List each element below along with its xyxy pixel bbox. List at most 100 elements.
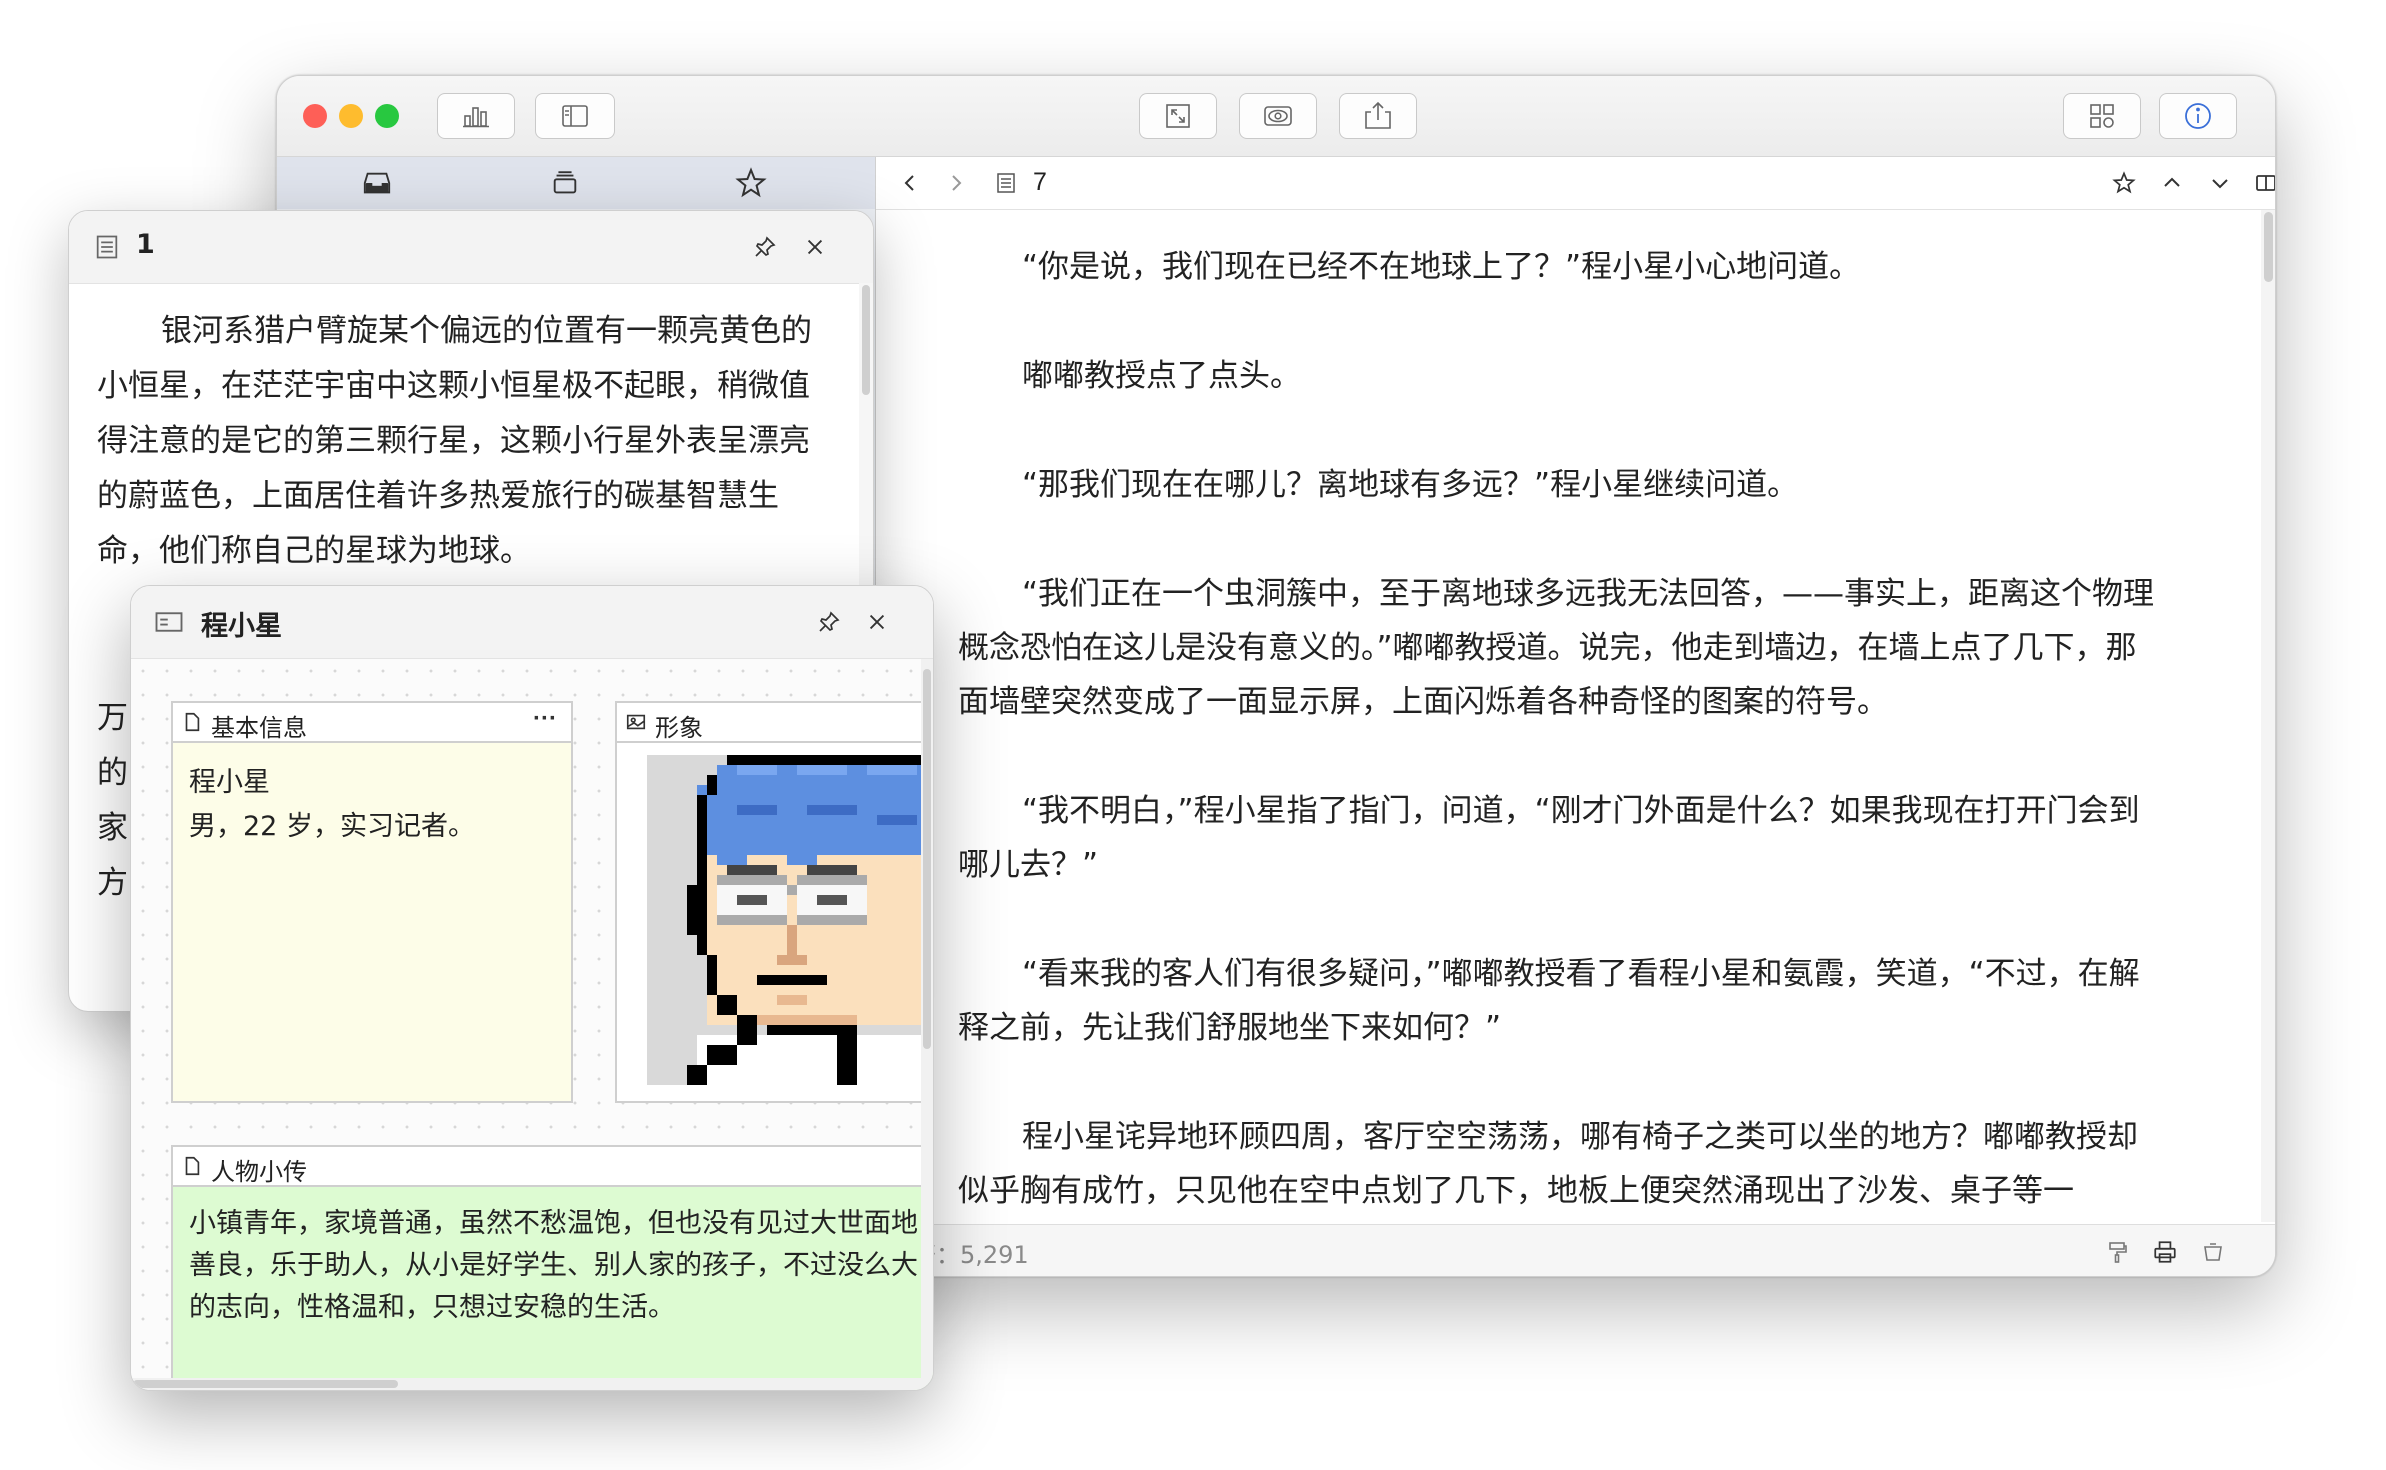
document-icon — [91, 231, 123, 263]
title-bar — [277, 76, 2275, 157]
card-horizontal-scrollbar[interactable] — [131, 1378, 921, 1390]
box-title: 形象 — [655, 714, 703, 742]
close-icon — [807, 239, 823, 255]
image-icon — [626, 714, 646, 730]
stack-icon — [553, 171, 577, 194]
panel-title: 程小星 — [201, 611, 282, 642]
close-panel-button[interactable] — [861, 606, 893, 638]
text-fragment: 万 — [97, 700, 128, 736]
toggle-sidebar-button[interactable] — [535, 93, 615, 139]
pin-icon — [819, 611, 840, 632]
card-view-button[interactable] — [2063, 93, 2141, 139]
print-button[interactable] — [2150, 1237, 2180, 1267]
scrollbar-thumb[interactable] — [862, 285, 870, 395]
portrait-box[interactable]: 形象 — [615, 701, 933, 1103]
bookmark-button[interactable] — [2108, 167, 2140, 199]
scrollbar-thumb[interactable] — [2264, 212, 2273, 282]
star-icon — [2112, 171, 2136, 194]
more-options-button[interactable]: ··· — [533, 705, 557, 733]
focus-mode-button[interactable] — [1139, 93, 1217, 139]
box-header[interactable]: 形象 — [617, 703, 933, 743]
editor-scrollbar[interactable] — [2261, 210, 2275, 1222]
chart-icon — [463, 107, 489, 128]
printer-icon — [2154, 1241, 2176, 1263]
paragraph: 程小星诧异地环顾四周，客厅空空荡荡，哪有椅子之类可以坐的地方？嘟嘟教授却似乎胸有… — [958, 1119, 2138, 1209]
minimize-window-button[interactable] — [339, 104, 363, 128]
trash-icon — [2204, 1243, 2222, 1261]
chevron-down-icon — [2212, 179, 2228, 189]
split-view-icon — [2256, 175, 2275, 191]
biography-box[interactable]: 人物小传 小镇青年，家境普通，虽然不愁温饱，但也没有见过大世面地善良，乐于助人，… — [171, 1145, 933, 1390]
text-fragment: 的 — [97, 755, 128, 791]
editor[interactable]: “你是说，我们现在已经不在地球上了？”程小星小心地问道。 嘟嘟教授点了点头。 “… — [876, 210, 2275, 1222]
inspector-button[interactable] — [2159, 93, 2237, 139]
chevron-left-icon — [904, 175, 914, 191]
panel-title: 1 — [136, 229, 155, 260]
panel-header[interactable]: 程小星 — [131, 586, 933, 659]
document-icon — [185, 1156, 200, 1176]
paragraph: “看来我的客人们有很多疑问，”嘟嘟教授看了看程小星和氨霞，笑道，“不过，在解释之… — [958, 956, 2140, 1046]
pin-button[interactable] — [749, 231, 781, 263]
document-icon — [990, 167, 1022, 199]
statistics-button[interactable] — [437, 93, 515, 139]
sidebar-tab-bar — [277, 157, 876, 209]
split-view-button[interactable] — [2250, 167, 2275, 199]
card-icon — [153, 606, 185, 638]
box-header[interactable]: 人物小传 — [173, 1147, 929, 1187]
tab-stack[interactable] — [547, 165, 583, 201]
share-icon — [1365, 101, 1391, 129]
character-name: 程小星 — [189, 767, 270, 798]
character-portrait[interactable] — [647, 755, 933, 1085]
trash-button[interactable] — [2198, 1237, 2228, 1267]
sidebar-icon — [562, 105, 588, 127]
paragraph: “我不明白，”程小星指了指门，问道，“刚才门外面是什么？如果我现在打开门会到哪儿… — [958, 793, 2140, 883]
tab-favorites[interactable] — [733, 165, 769, 201]
basic-info-box[interactable]: 基本信息 ··· 程小星 男，22 岁，实习记者。 — [171, 701, 573, 1103]
chevron-up-icon — [2164, 177, 2180, 187]
pixel-avatar-image — [647, 755, 933, 1085]
document-icon — [185, 712, 200, 732]
paragraph: “那我们现在在哪儿？离地球有多远？”程小星继续问道。 — [1022, 467, 1799, 503]
pin-button[interactable] — [813, 606, 845, 638]
format-painter-button[interactable] — [2102, 1237, 2132, 1267]
box-title: 基本信息 — [211, 714, 307, 742]
paragraph: “你是说，我们现在已经不在地球上了？”程小星小心地问道。 — [1022, 249, 1861, 285]
share-button[interactable] — [1339, 93, 1417, 139]
brush-icon — [2109, 1242, 2127, 1263]
close-window-button[interactable] — [303, 104, 327, 128]
pin-icon — [755, 236, 776, 257]
next-document-button[interactable] — [2204, 167, 2236, 199]
page-number: 7 — [1033, 168, 1047, 196]
tab-inbox[interactable] — [359, 165, 395, 201]
previous-document-button[interactable] — [2156, 167, 2188, 199]
text-fragment: 方 — [97, 865, 128, 901]
document-nav-bar: 7 — [876, 157, 2275, 210]
card-canvas[interactable]: 基本信息 ··· 程小星 男，22 岁，实习记者。 形象 人物小传 小镇青年，家… — [131, 659, 933, 1390]
document-icon-glyph — [997, 173, 1015, 193]
box-header[interactable]: 基本信息 ··· — [173, 703, 571, 743]
paragraph: “我们正在一个虫洞簇中，至于离地球多远我无法回答，——事实上，距离这个物理概念恐… — [958, 576, 2155, 720]
inbox-icon — [363, 172, 391, 194]
biography-content[interactable]: 小镇青年，家境普通，虽然不愁温饱，但也没有见过大世面地善良，乐于助人，从小是好学… — [173, 1187, 933, 1390]
box-title: 人物小传 — [211, 1158, 307, 1186]
biography-text: 小镇青年，家境普通，虽然不愁温饱，但也没有见过大世面地善良，乐于助人，从小是好学… — [189, 1208, 918, 1323]
scrollbar-thumb[interactable] — [923, 669, 931, 1049]
star-icon — [735, 167, 767, 198]
expand-icon — [1166, 104, 1190, 128]
panel-header[interactable]: 1 — [69, 211, 873, 284]
character-card-panel[interactable]: 程小星 基本信息 ··· 程小星 男，22 岁，实习记者。 形象 人物小传 小镇… — [130, 585, 934, 1391]
grid-icon — [2090, 104, 2114, 128]
close-icon — [869, 614, 885, 630]
paragraph: 嘟嘟教授点了点头。 — [1022, 358, 1301, 394]
back-button[interactable] — [894, 167, 926, 199]
card-vertical-scrollbar[interactable] — [921, 659, 933, 1390]
close-panel-button[interactable] — [799, 231, 831, 263]
preview-button[interactable] — [1239, 93, 1317, 139]
basic-info-content[interactable]: 程小星 男，22 岁，实习记者。 — [173, 743, 571, 1101]
forward-button[interactable] — [940, 167, 972, 199]
eye-icon — [1264, 106, 1292, 126]
character-details: 男，22 岁，实习记者。 — [189, 811, 475, 842]
text-fragment: 家 — [97, 810, 128, 846]
zoom-window-button[interactable] — [375, 104, 399, 128]
scrollbar-thumb[interactable] — [133, 1380, 398, 1388]
